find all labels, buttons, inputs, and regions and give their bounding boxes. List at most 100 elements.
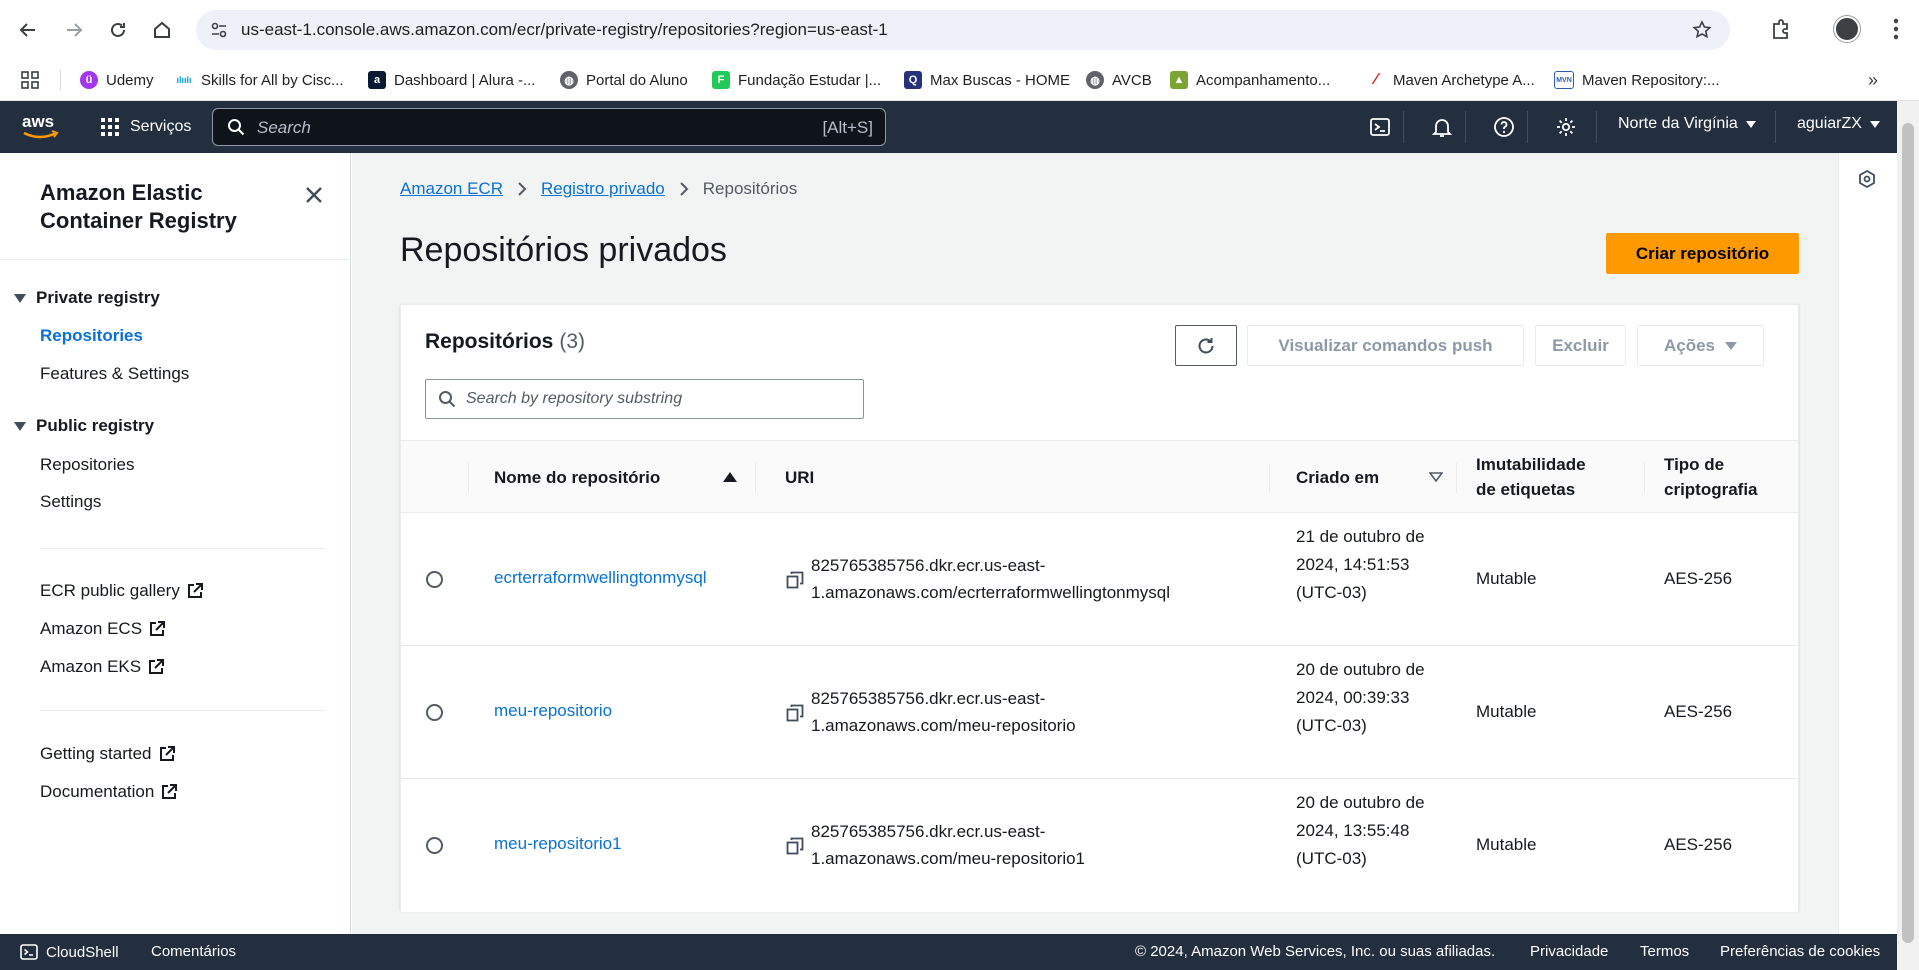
bookmark-label: Acompanhamento...	[1196, 71, 1331, 89]
help-icon[interactable]	[1489, 112, 1519, 142]
caret-down-icon	[14, 421, 26, 431]
extensions-icon[interactable]	[1770, 18, 1792, 40]
table-row[interactable]: meu-repositorio 825765385756.dkr.ecr.us-…	[401, 646, 1798, 779]
site-info-icon[interactable]	[210, 21, 228, 39]
estudar-icon: F	[712, 71, 730, 89]
sidebar-item-features-settings[interactable]: Features & Settings	[40, 364, 189, 384]
breadcrumb: Amazon ECR Registro privado Repositórios	[400, 179, 797, 199]
sidebar-link-ecr-public-gallery[interactable]: ECR public gallery	[40, 581, 204, 601]
region-selector[interactable]: Norte da Virgínia	[1618, 115, 1756, 133]
aws-logo[interactable]: aws	[20, 111, 62, 143]
sidebar-link-documentation[interactable]: Documentation	[40, 782, 178, 802]
bookmark-max-buscas[interactable]: Q Max Buscas - HOME	[904, 66, 1070, 94]
row-select-radio[interactable]	[426, 837, 443, 854]
section-label: Private registry	[36, 288, 160, 307]
profile-avatar[interactable]	[1834, 16, 1860, 42]
sidebar-section-public-registry[interactable]: Public registry	[14, 416, 154, 436]
table-row[interactable]: ecrterraformwellingtonmysql 825765385756…	[401, 513, 1798, 646]
sort-ascending-icon[interactable]	[720, 467, 740, 487]
column-separator	[1269, 463, 1270, 493]
column-header-immutability: Imutabilidade de etiquetas	[1476, 441, 1616, 513]
settings-gear-icon[interactable]	[1551, 112, 1581, 142]
breadcrumb-amazon-ecr[interactable]: Amazon ECR	[400, 179, 503, 199]
account-menu[interactable]: aguiarZX	[1797, 115, 1880, 133]
more-bookmarks-icon[interactable]: »	[1868, 70, 1878, 91]
alura-icon: a	[368, 71, 386, 89]
repository-name-link[interactable]: meu-repositorio1	[494, 834, 622, 854]
sidebar-link-getting-started[interactable]: Getting started	[40, 744, 176, 764]
actions-label: Ações	[1663, 335, 1716, 355]
row-select-radio[interactable]	[426, 571, 443, 588]
created-at: 21 de outubro de 2024, 14:51:53 (UTC-03)	[1296, 527, 1425, 602]
grid-icon	[100, 117, 120, 137]
bookmark-acompanhamento[interactable]: ▲ Acompanhamento...	[1170, 66, 1330, 94]
browser-menu-icon[interactable]	[1893, 18, 1899, 40]
column-header-name[interactable]: Nome do repositório	[494, 441, 704, 513]
delete-button[interactable]: Excluir	[1535, 325, 1626, 366]
bookmark-fundacao-estudar[interactable]: F Fundação Estudar |...	[712, 66, 881, 94]
cloudshell-button[interactable]: CloudShell	[20, 943, 119, 961]
aws-search-box[interactable]: [Alt+S]	[212, 108, 886, 146]
bookmark-maven-repository[interactable]: MVN Maven Repository:...	[1554, 66, 1720, 94]
bookmark-udemy[interactable]: ü Udemy	[80, 66, 154, 94]
feedback-link[interactable]: Comentários	[151, 943, 236, 960]
bookmark-star-icon[interactable]	[1692, 20, 1712, 40]
view-push-commands-button[interactable]: Visualizar comandos push	[1247, 325, 1524, 366]
close-icon[interactable]	[300, 181, 328, 209]
panel-title: Repositórios (3)	[425, 330, 585, 354]
bookmark-maven-archetype[interactable]: ⁄ Maven Archetype A...	[1367, 66, 1535, 94]
sidebar-item-public-settings[interactable]: Settings	[40, 492, 101, 512]
encryption-type: AES-256	[1664, 835, 1733, 854]
sidebar-section-private-registry[interactable]: Private registry	[14, 288, 160, 308]
bookmark-label: Portal do Aluno	[586, 71, 688, 89]
maxbuscas-icon: Q	[904, 71, 922, 89]
sidebar-item-private-repositories[interactable]: Repositories	[40, 326, 143, 346]
apps-grid-icon[interactable]	[20, 70, 40, 90]
encryption-type: AES-256	[1664, 702, 1733, 721]
bookmark-label: AVCB	[1112, 71, 1152, 89]
sidebar-link-amazon-ecs[interactable]: Amazon ECS	[40, 619, 166, 639]
tools-rail	[1838, 153, 1897, 934]
repository-search-field[interactable]	[425, 379, 864, 419]
scrollbar-thumb[interactable]	[1902, 123, 1914, 943]
breadcrumb-registro-privado[interactable]: Registro privado	[541, 179, 665, 199]
column-header-created[interactable]: Criado em	[1296, 441, 1416, 513]
home-icon[interactable]	[142, 10, 182, 50]
address-bar[interactable]: us-east-1.console.aws.amazon.com/ecr/pri…	[196, 10, 1730, 50]
link-label: Documentation	[40, 782, 155, 801]
repository-search-input[interactable]	[466, 388, 846, 410]
copy-icon[interactable]	[785, 570, 805, 590]
nav-separator	[1596, 111, 1597, 143]
notifications-bell-icon[interactable]	[1427, 112, 1457, 142]
sidebar-link-amazon-eks[interactable]: Amazon EKS	[40, 657, 165, 677]
sort-descending-icon[interactable]	[1426, 467, 1446, 487]
back-icon[interactable]	[8, 10, 48, 50]
repository-name-link[interactable]: meu-repositorio	[494, 701, 612, 721]
link-label: ECR public gallery	[40, 581, 180, 600]
refresh-button[interactable]	[1175, 325, 1237, 366]
row-select-radio[interactable]	[426, 704, 443, 721]
sidebar-title[interactable]: Amazon Elastic Container Registry	[40, 179, 290, 235]
privacy-link[interactable]: Privacidade	[1530, 943, 1608, 960]
create-repository-button[interactable]: Criar repositório	[1606, 233, 1799, 274]
page-scrollbar[interactable]	[1897, 101, 1919, 970]
forward-icon[interactable]	[54, 10, 94, 50]
cookie-preferences-link[interactable]: Preferências de cookies	[1720, 943, 1880, 960]
bookmark-alura[interactable]: a Dashboard | Alura -...	[368, 66, 535, 94]
copy-icon[interactable]	[785, 836, 805, 856]
actions-dropdown-button[interactable]: Ações	[1637, 325, 1764, 366]
table-row[interactable]: meu-repositorio1 825765385756.dkr.ecr.us…	[401, 779, 1798, 912]
cloudshell-icon[interactable]	[1365, 112, 1395, 142]
info-panel-icon[interactable]	[1857, 169, 1877, 189]
aws-search-input[interactable]	[257, 117, 757, 139]
repository-name-link[interactable]: ecrterraformwellingtonmysql	[494, 568, 707, 588]
services-menu-button[interactable]: Serviços	[100, 113, 191, 141]
bookmark-avcb[interactable]: ◍ AVCB	[1086, 66, 1152, 94]
maven-feather-icon: ⁄	[1374, 71, 1378, 88]
terms-link[interactable]: Termos	[1640, 943, 1689, 960]
sidebar-item-public-repositories[interactable]: Repositories	[40, 455, 135, 475]
reload-icon[interactable]	[98, 10, 138, 50]
bookmark-portal-aluno[interactable]: ◍ Portal do Aluno	[560, 66, 688, 94]
bookmark-cisco[interactable]: ılıılı Skills for All by Cisc...	[175, 66, 343, 94]
copy-icon[interactable]	[785, 703, 805, 723]
